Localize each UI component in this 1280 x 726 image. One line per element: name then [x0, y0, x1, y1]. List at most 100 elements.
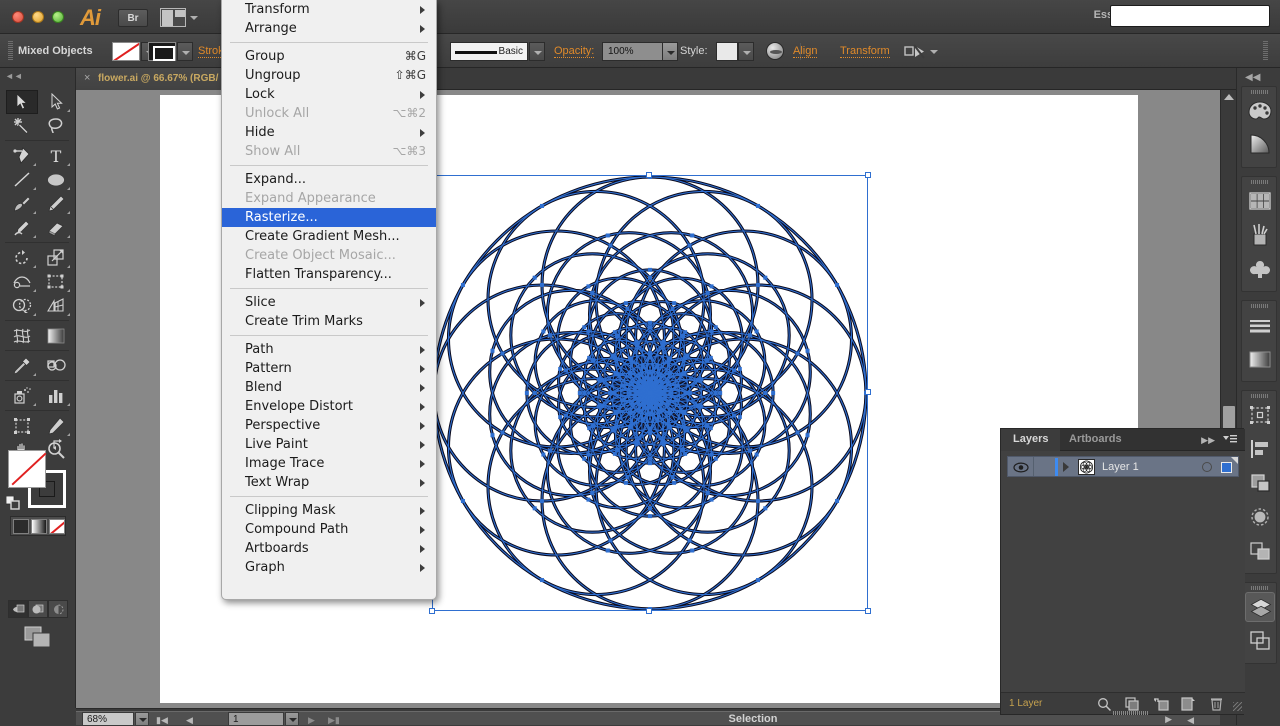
menu-item-envelope-distort[interactable]: Envelope Distort — [222, 397, 436, 416]
menu-item-graph[interactable]: Graph — [222, 558, 436, 577]
column-graph-tool[interactable] — [40, 384, 72, 408]
make-clipping-mask-icon[interactable] — [1125, 697, 1140, 711]
panel-menu-icon[interactable] — [1223, 434, 1237, 446]
free-transform-tool[interactable] — [40, 270, 72, 294]
expand-panels-icon[interactable]: ◀◀ — [1245, 72, 1260, 83]
chevron-down-icon[interactable] — [930, 50, 938, 54]
layers-panel-icon[interactable] — [1245, 592, 1275, 622]
opacity-dropdown-button[interactable] — [662, 42, 678, 61]
menu-item-ungroup[interactable]: Ungroup ⇧⌘G — [222, 66, 436, 85]
opacity-input[interactable]: 100% — [602, 42, 668, 61]
isolate-selected-object-icon[interactable] — [904, 44, 926, 59]
resize-handle[interactable] — [429, 608, 435, 614]
menu-item-live-paint[interactable]: Live Paint — [222, 435, 436, 454]
last-artboard-button[interactable]: ▶▮ — [328, 715, 340, 726]
line-segment-tool[interactable] — [6, 168, 38, 192]
artboard-number-input[interactable]: 1 — [228, 712, 284, 726]
locate-object-icon[interactable] — [1097, 697, 1112, 712]
dock-group-grip[interactable] — [1251, 180, 1269, 184]
create-sublayer-icon[interactable] — [1153, 697, 1169, 711]
lasso-tool[interactable] — [40, 114, 72, 138]
gradient-tool[interactable] — [40, 324, 72, 348]
align-panel-link[interactable]: Align — [793, 45, 818, 58]
fill-stroke-controls[interactable] — [5, 439, 66, 510]
scroll-left-icon[interactable]: ◀ — [1187, 715, 1194, 726]
transform-panel-link[interactable]: Transform — [840, 45, 890, 58]
panel-scroll-grip[interactable] — [1113, 711, 1149, 715]
brush-definition-select[interactable]: Basic — [450, 42, 528, 61]
fill-color-indicator[interactable] — [8, 450, 46, 488]
paintbrush-tool[interactable] — [6, 192, 38, 216]
draw-normal-button[interactable] — [8, 600, 28, 618]
eye-icon[interactable] — [1013, 461, 1029, 474]
menu-item-flatten-transparency[interactable]: Flatten Transparency... — [222, 265, 436, 284]
menu-item-text-wrap[interactable]: Text Wrap — [222, 473, 436, 492]
perspective-grid-tool[interactable] — [40, 294, 72, 318]
symbol-sprayer-tool[interactable] — [6, 384, 38, 408]
gradient-button[interactable] — [31, 519, 47, 534]
search-input[interactable] — [1110, 5, 1270, 27]
default-fill-stroke-icon[interactable] — [5, 495, 20, 510]
pathfinder-panel-icon[interactable] — [1245, 468, 1275, 498]
dock-group-grip[interactable] — [1251, 90, 1269, 94]
color-guide-icon[interactable] — [1245, 130, 1275, 160]
color-button[interactable] — [13, 519, 29, 534]
stroke-dropdown-button[interactable] — [177, 42, 193, 61]
swap-fill-stroke-icon[interactable] — [52, 438, 64, 450]
previous-artboard-button[interactable]: ◀ — [186, 715, 193, 726]
minimize-window-button[interactable] — [32, 11, 44, 23]
dock-group-grip[interactable] — [1251, 394, 1269, 398]
scale-tool[interactable] — [40, 246, 72, 270]
mesh-tool[interactable] — [6, 324, 38, 348]
close-icon[interactable]: × — [84, 73, 90, 84]
eraser-tool[interactable] — [40, 216, 72, 240]
menu-item-image-trace[interactable]: Image Trace — [222, 454, 436, 473]
menu-item-hide[interactable]: Hide — [222, 123, 436, 142]
menu-item-arrange[interactable]: Arrange — [222, 19, 436, 38]
collapse-tools-icon[interactable]: ◄◄ — [5, 71, 23, 81]
artboard-dropdown-button[interactable] — [285, 712, 299, 726]
slice-tool[interactable] — [40, 414, 72, 438]
align-panel-icon[interactable] — [1245, 434, 1275, 464]
menu-item-path[interactable]: Path — [222, 340, 436, 359]
brush-dropdown-button[interactable] — [529, 42, 545, 61]
dock-group-grip[interactable] — [1251, 586, 1269, 590]
arrange-documents-button[interactable] — [160, 8, 198, 27]
menu-item-create-gradient-mesh[interactable]: Create Gradient Mesh... — [222, 227, 436, 246]
tab-artboards[interactable]: Artboards — [1057, 429, 1134, 451]
brushes-panel-icon[interactable] — [1245, 220, 1275, 250]
direct-selection-tool[interactable] — [40, 90, 72, 114]
control-bar-right-grip[interactable] — [1263, 41, 1268, 61]
status-menu-icon[interactable]: ▶ — [1165, 714, 1172, 725]
menu-item-compound-path[interactable]: Compound Path — [222, 520, 436, 539]
menu-item-artboards[interactable]: Artboards — [222, 539, 436, 558]
none-button[interactable] — [49, 519, 65, 534]
color-panel-icon[interactable] — [1245, 96, 1275, 126]
blob-brush-tool[interactable] — [6, 216, 38, 240]
shape-builder-tool[interactable] — [6, 294, 38, 318]
target-indicator-icon[interactable] — [1202, 462, 1212, 472]
appearance-panel-icon[interactable] — [1245, 536, 1275, 566]
magic-wand-tool[interactable] — [6, 114, 38, 138]
dock-group-grip[interactable] — [1251, 304, 1269, 308]
type-tool[interactable]: T — [40, 144, 72, 168]
disclosure-triangle-icon[interactable] — [1063, 462, 1069, 472]
resize-handle[interactable] — [865, 389, 871, 395]
swatches-panel-icon[interactable] — [1245, 186, 1275, 216]
menu-item-group[interactable]: Group ⌘G — [222, 47, 436, 66]
menu-item-create-trim-marks[interactable]: Create Trim Marks — [222, 312, 436, 331]
menu-item-blend[interactable]: Blend — [222, 378, 436, 397]
pencil-tool[interactable] — [40, 192, 72, 216]
artboard-tool[interactable] — [6, 414, 38, 438]
width-tool[interactable] — [6, 270, 38, 294]
menu-item-slice[interactable]: Slice — [222, 293, 436, 312]
layer-name[interactable]: Layer 1 — [1102, 461, 1139, 473]
maximize-window-button[interactable] — [52, 11, 64, 23]
menu-item-pattern[interactable]: Pattern — [222, 359, 436, 378]
menu-item-lock[interactable]: Lock — [222, 85, 436, 104]
menu-item-rasterize[interactable]: Rasterize... — [222, 208, 436, 227]
zoom-level-input[interactable]: 68% — [82, 712, 134, 726]
resize-handle[interactable] — [646, 608, 652, 614]
eyedropper-tool[interactable] — [6, 354, 38, 378]
layer-row[interactable]: Layer 1 — [1007, 456, 1239, 477]
